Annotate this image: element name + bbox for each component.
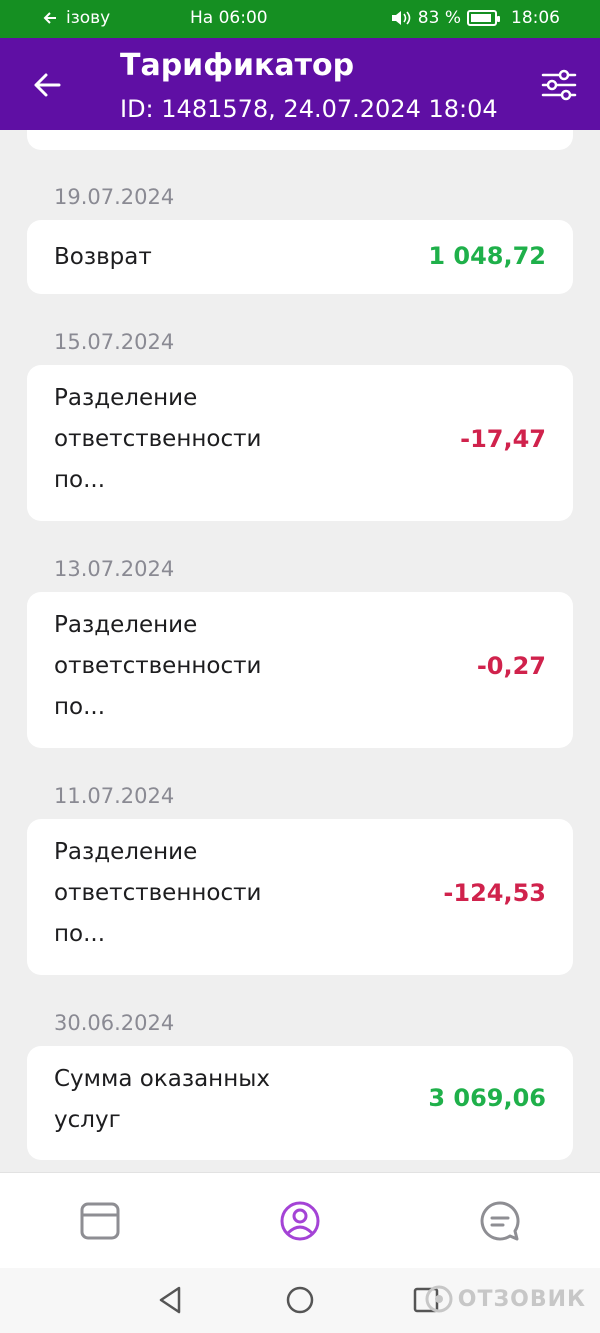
return-app-label: ізову [66,8,111,28]
clock: 18:06 [511,8,560,28]
volume-icon [391,11,411,25]
bottom-navigation [0,1172,600,1268]
wallet-icon [80,1202,120,1240]
status-center-text: На 06:00 [190,8,268,28]
transaction-list[interactable]: 19.07.2024 Возврат 1 048,72 15.07.2024 Р… [0,130,600,1172]
watermark-text: ОТЗОВИК [457,1286,586,1312]
transaction-title-line: Разделение [54,385,198,411]
transaction-title-line: ответственности [54,653,262,679]
return-to-app[interactable]: ізову [42,8,110,28]
transaction-title-line: по... [54,921,106,947]
status-right: 83 % 18:06 [390,8,560,28]
nav-profile[interactable] [278,1199,322,1243]
arrow-left-small-icon [43,12,56,24]
battery-icon [467,10,500,26]
profile-icon [280,1201,320,1241]
page-subtitle: ID: 1481578, 24.07.2024 18:04 [120,95,498,123]
system-home-button[interactable] [282,1282,318,1318]
transaction-amount: 3 069,06 [428,1084,546,1112]
back-button[interactable] [30,68,64,102]
transaction-card[interactable]: Разделение ответственности по... -17,47 [27,365,573,521]
date-header: 19.07.2024 [54,185,175,209]
status-bar: ізову На 06:00 83 % 18:06 [0,0,600,38]
transaction-title-line: услуг [54,1107,121,1133]
date-header: 15.07.2024 [54,330,175,354]
transaction-title-line: по... [54,467,106,493]
circle-home-icon [286,1286,314,1314]
date-header: 13.07.2024 [54,557,175,581]
transaction-title-line: ответственности [54,426,262,452]
chat-icon [480,1201,520,1241]
transaction-title: Возврат [54,244,152,270]
date-header: 11.07.2024 [54,784,175,808]
transaction-card[interactable]: Разделение ответственности по... -0,27 [27,592,573,748]
watermark: ОТЗОВИК [424,1284,586,1314]
system-navigation: ОТЗОВИК [0,1268,600,1333]
transaction-amount: -17,47 [460,425,546,453]
transaction-title-line: Разделение [54,839,198,865]
transaction-title-line: ответственности [54,880,262,906]
page-title: Тарификатор [120,48,355,83]
transaction-card[interactable]: Сумма оказанных услуг 3 069,06 [27,1046,573,1160]
arrow-left-icon [34,73,61,97]
filter-button[interactable] [540,66,578,104]
transaction-amount: 1 048,72 [428,242,546,270]
transaction-amount: -0,27 [476,652,546,680]
previous-card-edge [27,130,573,150]
battery-percent: 83 % [417,8,461,28]
date-header: 30.06.2024 [54,1011,175,1035]
transaction-title-line: по... [54,694,106,720]
transaction-card[interactable]: Возврат 1 048,72 [27,220,573,294]
sliders-icon [541,69,577,101]
nav-chat[interactable] [478,1199,522,1243]
transaction-card[interactable]: Разделение ответственности по... -124,53 [27,819,573,975]
system-back-button[interactable] [153,1282,189,1318]
transaction-title-line: Разделение [54,612,198,638]
nav-wallet[interactable] [78,1199,122,1243]
transaction-amount: -124,53 [443,879,546,907]
app-header: ізову На 06:00 83 % 18:06 Тарификатор ID… [0,0,600,130]
triangle-back-icon [159,1286,181,1314]
transaction-title-line: Сумма оказанных [54,1066,271,1092]
watermark-logo-icon [425,1285,453,1313]
